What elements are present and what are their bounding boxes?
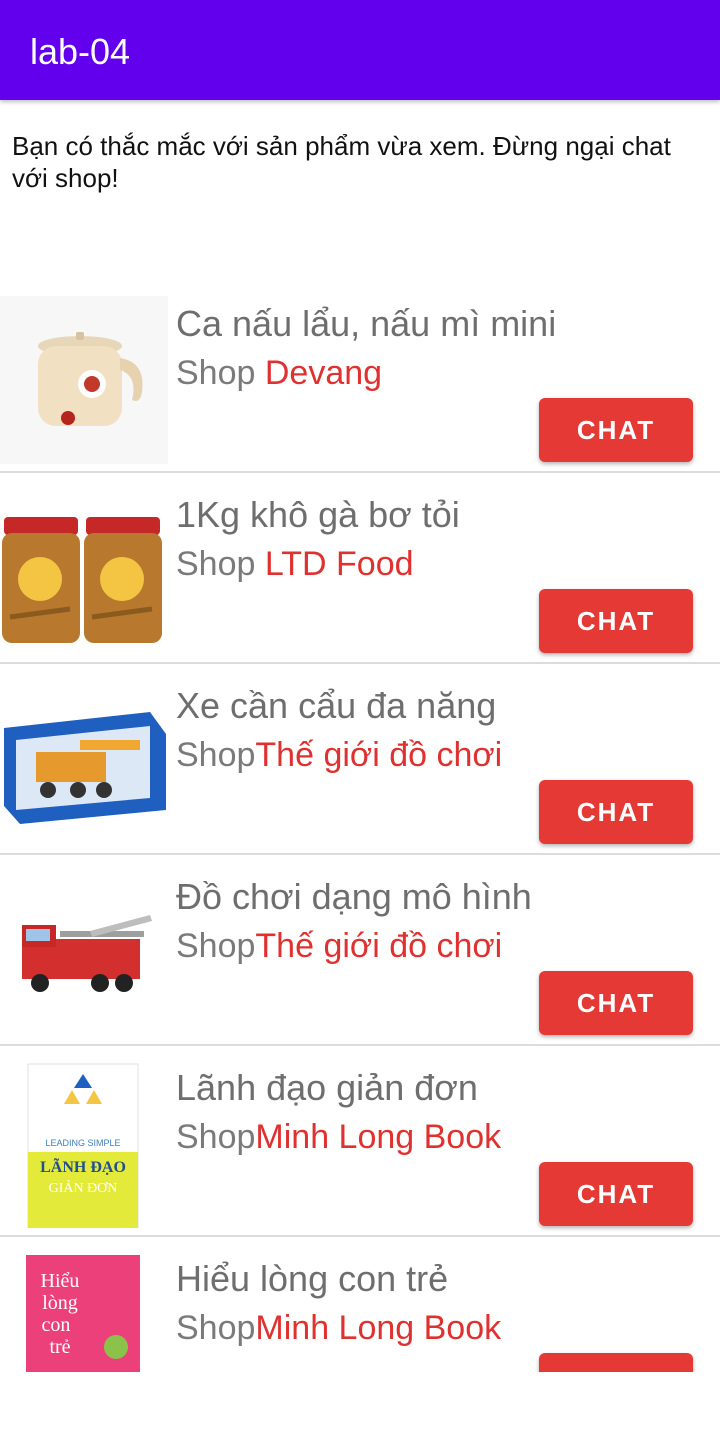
toy-crane-box-icon [0,678,168,846]
shop-name[interactable]: LTD Food [265,545,414,583]
book-cover-text: LÃNH ĐẠO [40,1157,126,1176]
product-name: Đồ chơi dạng mô hình [176,876,532,917]
book-cover-text: Hiểu [41,1270,80,1292]
book-cover-text: trẻ [49,1336,70,1358]
shop-prefix: Shop [176,545,265,583]
chat-button[interactable]: CHAT [539,398,693,462]
shop-prefix: Shop [176,1309,256,1347]
book-cover-text: con [42,1314,71,1336]
product-name: Lãnh đạo giản đơn [176,1067,478,1108]
chat-button[interactable]: CHAT [539,971,693,1035]
shop-prefix: Shop [176,354,265,392]
list-item[interactable]: Hiểu lòng con trẻ Hiểu lòng con trẻ Shop… [0,1237,720,1372]
book-cover-icon: LEADING SIMPLE LÃNH ĐẠO GIẢN ĐƠN [0,1060,168,1228]
shop-prefix: Shop [176,927,256,965]
product-list[interactable]: Ca nấu lẩu, nấu mì mini Shop Devang CHAT… [0,282,720,1372]
book-cover-icon: Hiểu lòng con trẻ [0,1251,168,1372]
shop-prefix: Shop [176,1118,256,1156]
chat-button[interactable]: CHAT [539,780,693,844]
dried-chicken-jars-icon [0,487,168,655]
product-name: Ca nấu lẩu, nấu mì mini [176,303,557,344]
shop-name[interactable]: Minh Long Book [255,1118,501,1156]
electric-pot-icon [0,296,168,464]
toy-fire-truck-icon [0,869,168,1037]
shop-name[interactable]: Minh Long Book [255,1309,501,1347]
intro-text: Bạn có thắc mắc với sản phẩm vừa xem. Đừ… [12,131,671,193]
chat-button[interactable]: CHAT [539,589,693,653]
chat-button[interactable]: CHAT [539,1162,693,1226]
shop-name[interactable]: Thế giới đồ chơi [255,927,502,965]
book-cover-text: GIẢN ĐƠN [49,1179,118,1196]
shop-name[interactable]: Thế giới đồ chơi [255,736,502,774]
list-item[interactable]: Xe cần cẩu đa năng ShopThế giới đồ chơi … [0,664,720,855]
list-item[interactable]: Đồ chơi dạng mô hình ShopThế giới đồ chơ… [0,855,720,1046]
shop-line: Shop Devang [176,352,382,394]
shop-name[interactable]: Devang [265,354,382,392]
list-item[interactable]: 1Kg khô gà bơ tỏi Shop LTD Food CHAT [0,473,720,664]
book-cover-text: LEADING SIMPLE [45,1138,120,1148]
shop-line: Shop LTD Food [176,543,414,585]
shop-prefix: Shop [176,736,256,774]
product-name: Hiểu lòng con trẻ [176,1258,449,1299]
list-item[interactable]: LEADING SIMPLE LÃNH ĐẠO GIẢN ĐƠN Lãnh đạ… [0,1046,720,1237]
chat-button[interactable]: CHAT [539,1353,693,1372]
app-title: lab-04 [30,31,131,72]
app-bar: lab-04 [0,0,720,100]
list-item[interactable]: Ca nấu lẩu, nấu mì mini Shop Devang CHAT [0,282,720,473]
shop-line: ShopThế giới đồ chơi [176,925,502,967]
book-cover-text: lòng [42,1292,78,1314]
shop-line: ShopMinh Long Book [176,1116,501,1158]
shop-line: ShopMinh Long Book [176,1307,501,1349]
product-name: Xe cần cẩu đa năng [176,685,497,726]
shop-line: ShopThế giới đồ chơi [176,734,502,776]
product-name: 1Kg khô gà bơ tỏi [176,494,460,535]
